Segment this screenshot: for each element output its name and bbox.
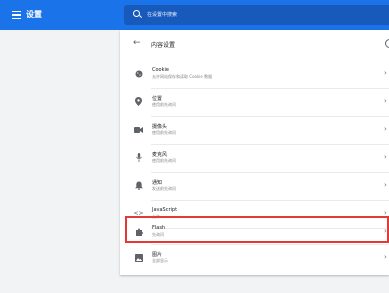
page-title: 内容设置 [151, 42, 176, 49]
setting-row-microphone[interactable]: 麦克风 使用前先询问 › [120, 144, 389, 172]
setting-title: 图片 [152, 252, 163, 258]
setting-title: JavaScript [152, 207, 178, 213]
bell-icon [134, 181, 143, 190]
app-title: 设置 [26, 10, 42, 19]
search-icon [133, 10, 140, 17]
setting-subtitle: 使用前先询问 [152, 102, 176, 107]
image-icon [134, 253, 143, 262]
setting-subtitle: 使用前先询问 [152, 158, 176, 163]
setting-row-cookie[interactable]: Cookie 允许网站保存和读取 Cookie 数据 › [120, 60, 389, 88]
chevron-right-icon: › [384, 181, 387, 189]
setting-subtitle: 发送前先询问 [152, 186, 176, 191]
setting-row-images[interactable]: 图片 全部显示 › [120, 244, 389, 272]
sidebar [0, 30, 120, 293]
setting-title: Cookie [152, 67, 169, 73]
chevron-right-icon: › [384, 253, 387, 261]
content-settings-card: ← 内容设置 Cookie 允许网站保存和读取 Cookie 数据 › 位置 使… [120, 30, 389, 275]
setting-subtitle: 使用前先询问 [152, 130, 176, 135]
cookie-icon [134, 69, 143, 78]
chevron-right-icon: › [384, 97, 387, 105]
location-icon [134, 97, 143, 106]
chevron-right-icon: › [384, 227, 387, 235]
code-icon: <> [133, 210, 144, 217]
chevron-right-icon: › [384, 125, 387, 133]
setting-row-flash[interactable]: Flash 先询问 › [120, 218, 389, 246]
setting-subtitle: 全部显示 [152, 258, 168, 263]
chevron-right-icon: › [384, 153, 387, 161]
setting-title: 麦克风 [152, 152, 168, 158]
search-input[interactable] [147, 5, 377, 25]
setting-subtitle: 先询问 [152, 232, 164, 237]
camera-icon [134, 125, 143, 134]
setting-row-camera[interactable]: 摄像头 使用前先询问 › [120, 116, 389, 144]
menu-icon[interactable] [12, 11, 21, 19]
microphone-icon [134, 153, 143, 162]
setting-title: 通知 [152, 180, 163, 186]
setting-row-location[interactable]: 位置 使用前先询问 › [120, 88, 389, 116]
puzzle-icon [134, 227, 143, 236]
chevron-right-icon: › [384, 69, 387, 77]
back-arrow-icon[interactable]: ← [133, 38, 141, 48]
setting-subtitle: 允许网站保存和读取 Cookie 数据 [152, 74, 213, 79]
setting-title: 位置 [152, 96, 163, 102]
page-header: ← 内容设置 [120, 30, 389, 58]
help-icon[interactable] [385, 39, 389, 48]
setting-row-notifications[interactable]: 通知 发送前先询问 › [120, 172, 389, 200]
chevron-right-icon: › [384, 209, 387, 217]
search-bar[interactable] [124, 5, 389, 25]
top-app-bar: 设置 [0, 0, 389, 30]
setting-title: 摄像头 [152, 124, 168, 130]
setting-title: Flash [152, 225, 166, 231]
